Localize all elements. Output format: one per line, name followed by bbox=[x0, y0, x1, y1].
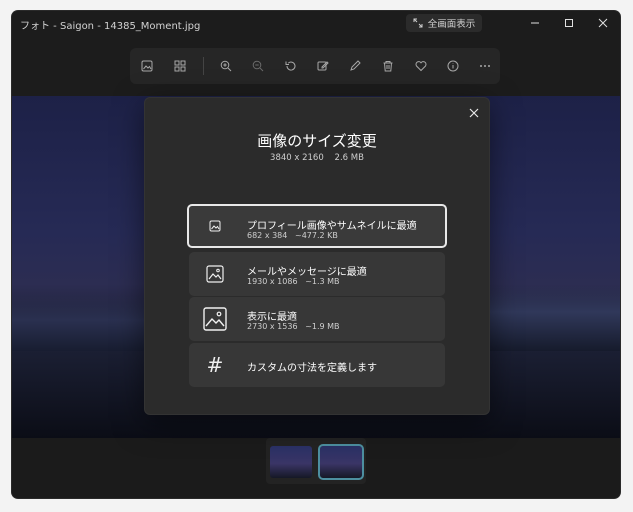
gallery-icon bbox=[174, 60, 186, 72]
maximize-button[interactable] bbox=[552, 11, 586, 35]
dialog-title: 画像のサイズ変更 bbox=[257, 132, 377, 150]
more-icon bbox=[480, 65, 490, 67]
fullscreen-label: 全画面表示 bbox=[427, 19, 476, 30]
zoom-in-icon bbox=[220, 60, 232, 72]
view-button[interactable] bbox=[136, 55, 158, 77]
more-button[interactable] bbox=[474, 55, 496, 77]
option-small[interactable]: プロフィール画像やサムネイルに最適 682 x 384 ~477.2 KB bbox=[187, 204, 447, 248]
option-size: 682 x 384 ~477.2 KB bbox=[247, 231, 338, 240]
option-size: 2730 x 1536 ~1.9 MB bbox=[247, 322, 340, 331]
original-dimensions: 3840 x 2160 2.6 MB bbox=[270, 153, 364, 163]
resize-dialog: 画像のサイズ変更 3840 x 2160 2.6 MB プロフィール画像やサムネ… bbox=[144, 97, 490, 415]
city-skyline-left bbox=[12, 296, 147, 356]
rotate-icon bbox=[285, 61, 296, 71]
gallery-button[interactable] bbox=[169, 55, 191, 77]
close-window-button[interactable] bbox=[586, 11, 620, 35]
toolbar bbox=[130, 48, 500, 84]
small-image-icon-shape bbox=[209, 220, 221, 232]
rotate-button[interactable] bbox=[280, 55, 302, 77]
city-skyline-right bbox=[488, 286, 620, 351]
large-image-icon-shape bbox=[203, 307, 227, 331]
option-large[interactable]: 表示に最適 2730 x 1536 ~1.9 MB bbox=[189, 297, 445, 341]
delete-icon bbox=[383, 61, 393, 72]
minimize-icon bbox=[531, 22, 539, 24]
option-label: カスタムの寸法を定義します bbox=[247, 363, 377, 374]
zoom-out-button[interactable] bbox=[247, 55, 269, 77]
hash-glyph: # bbox=[206, 353, 224, 377]
edit-button[interactable] bbox=[312, 55, 334, 77]
thumbnail-current[interactable] bbox=[318, 444, 364, 480]
info-button[interactable] bbox=[442, 55, 464, 77]
dialog-close-button[interactable] bbox=[465, 104, 483, 122]
thumbnail-strip bbox=[266, 438, 366, 484]
favorite-button[interactable] bbox=[410, 55, 432, 77]
option-label: プロフィール画像やサムネイルに最適 bbox=[247, 221, 417, 232]
zoom-out-icon bbox=[252, 60, 264, 72]
fullscreen-button[interactable]: 全画面表示 bbox=[406, 14, 482, 32]
medium-image-icon bbox=[199, 259, 231, 289]
toolbar-separator bbox=[203, 57, 204, 75]
option-filesize: ~1.9 MB bbox=[305, 322, 340, 331]
option-size: 1930 x 1086 ~1.3 MB bbox=[247, 277, 340, 286]
option-custom[interactable]: # カスタムの寸法を定義します bbox=[189, 343, 445, 387]
option-medium[interactable]: メールやメッセージに最適 1930 x 1086 ~1.3 MB bbox=[189, 252, 445, 296]
info-icon bbox=[447, 60, 459, 72]
option-filesize: ~477.2 KB bbox=[295, 231, 338, 240]
medium-image-icon-shape bbox=[206, 265, 224, 283]
title-bar: フォト - Saigon - 14385_Moment.jpg 全画面表示 bbox=[12, 11, 620, 37]
draw-button[interactable] bbox=[344, 55, 366, 77]
minimize-button[interactable] bbox=[518, 11, 552, 35]
close-icon bbox=[469, 108, 479, 118]
photos-window: フォト - Saigon - 14385_Moment.jpg 全画面表示 画像… bbox=[12, 11, 620, 498]
edit-icon bbox=[317, 61, 329, 71]
expand-icon bbox=[413, 18, 423, 28]
option-label: 表示に最適 bbox=[247, 312, 297, 323]
maximize-icon bbox=[565, 19, 573, 27]
window-title: フォト - Saigon - 14385_Moment.jpg bbox=[20, 21, 201, 32]
option-label: メールやメッセージに最適 bbox=[247, 267, 367, 278]
option-dims: 1930 x 1086 bbox=[247, 277, 298, 286]
close-icon bbox=[598, 18, 608, 28]
option-filesize: ~1.3 MB bbox=[305, 277, 340, 286]
zoom-in-button[interactable] bbox=[215, 55, 237, 77]
draw-icon bbox=[350, 60, 361, 71]
small-image-icon bbox=[199, 211, 231, 241]
option-dims: 2730 x 1536 bbox=[247, 322, 298, 331]
filmstrip bbox=[12, 438, 620, 498]
thumbnail-previous[interactable] bbox=[270, 446, 312, 478]
hash-icon: # bbox=[199, 350, 231, 380]
view-icon bbox=[141, 60, 153, 72]
option-dims: 682 x 384 bbox=[247, 231, 288, 240]
favorite-icon bbox=[415, 61, 427, 72]
large-image-icon bbox=[199, 304, 231, 334]
delete-button[interactable] bbox=[377, 55, 399, 77]
